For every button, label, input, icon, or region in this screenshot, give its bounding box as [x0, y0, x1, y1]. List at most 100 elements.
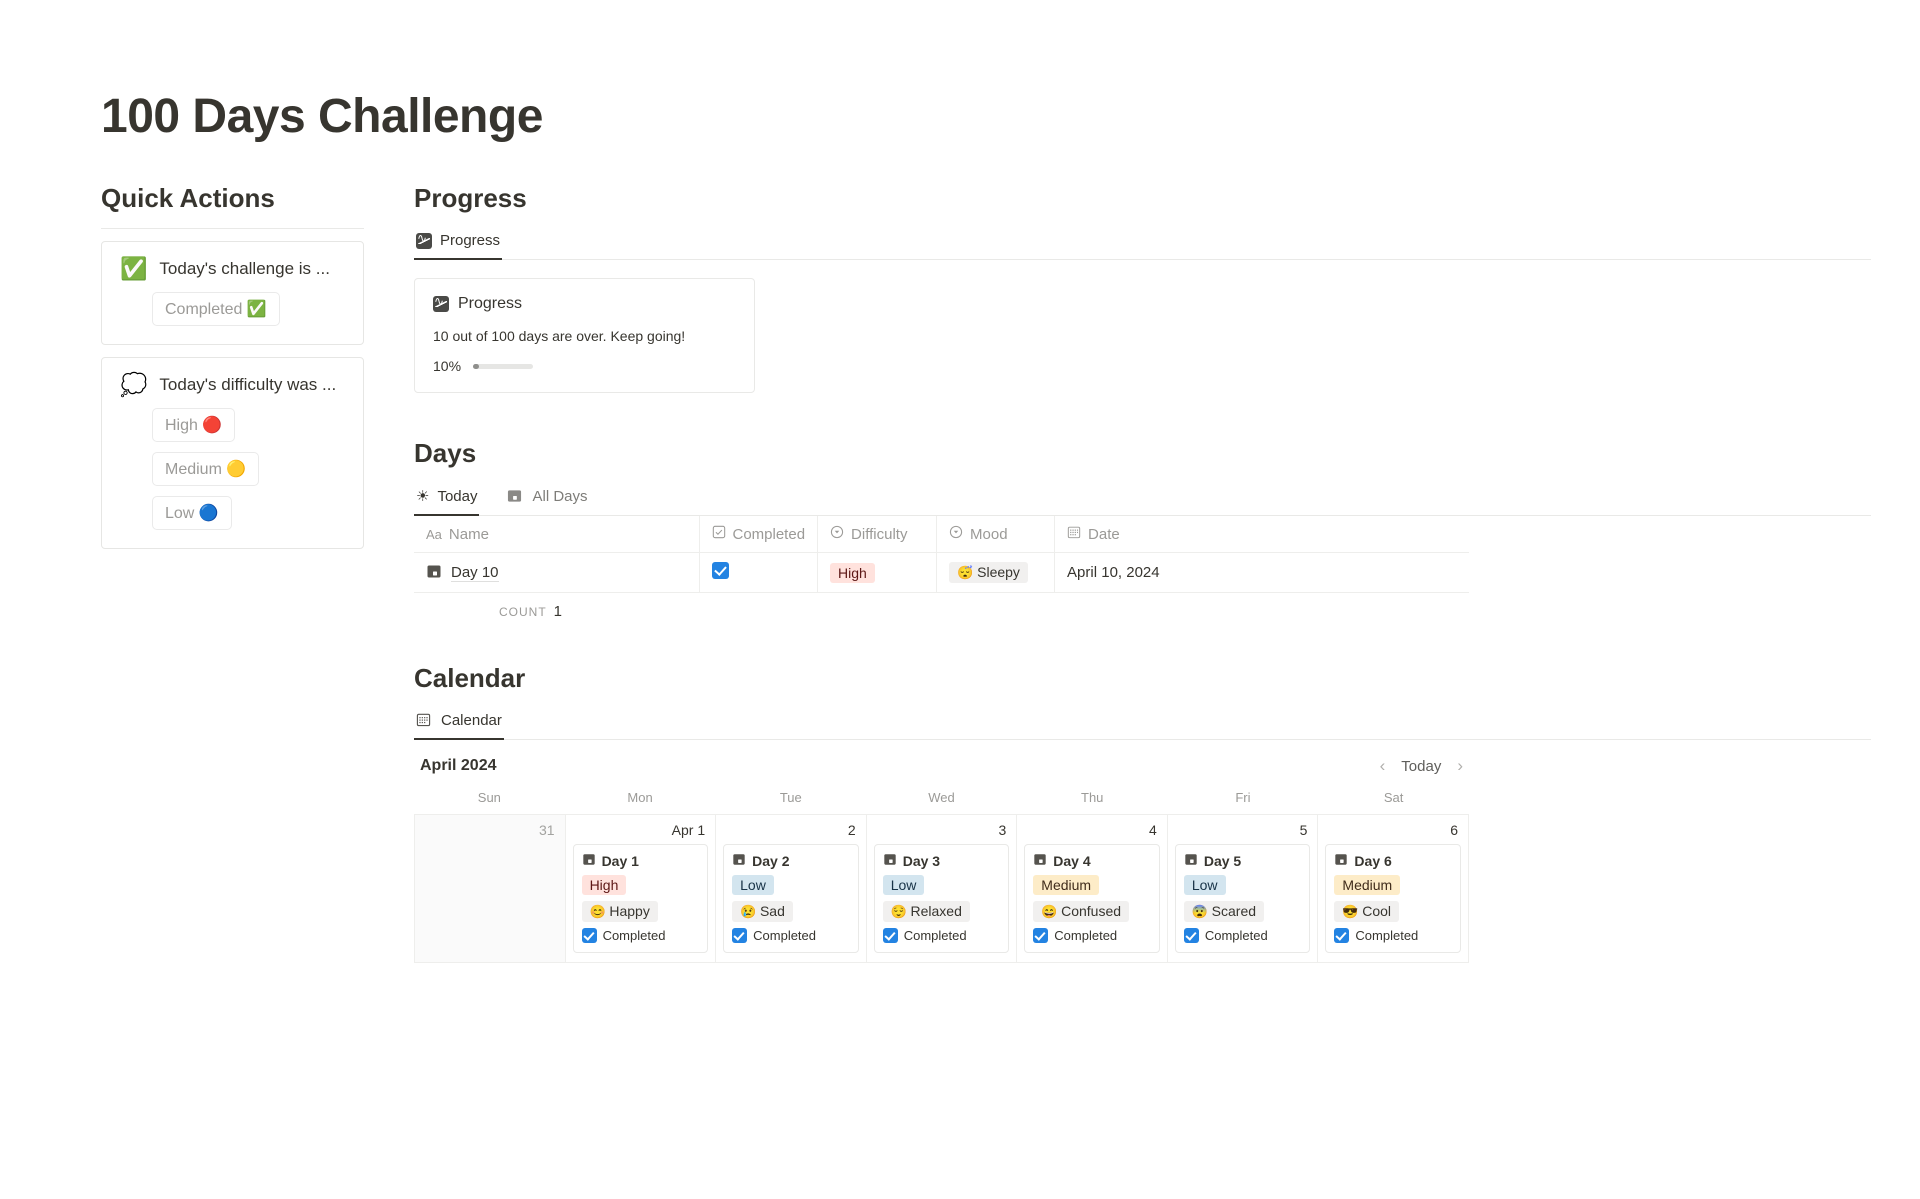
- calendar-event-card[interactable]: Day 5 Low 😨 Scared Completed: [1174, 844, 1311, 953]
- table-row[interactable]: Day 10 High 😴 Sleepy April 10, 2024: [414, 552, 1469, 593]
- calendar-day-cell[interactable]: 5 Day 5 Low 😨 Scared Completed: [1167, 815, 1319, 963]
- calendar-toolbar: April 2024 ‹ Today ›: [414, 754, 1469, 790]
- cell-name[interactable]: Day 10: [414, 552, 700, 593]
- checkbox-checked-icon[interactable]: [1033, 928, 1049, 943]
- difficulty-badge: High: [830, 562, 875, 583]
- tab-progress[interactable]: Progress: [414, 228, 503, 260]
- cell-mood[interactable]: 😴 Sleepy: [936, 552, 1056, 593]
- checkbox-checked-icon[interactable]: [732, 928, 748, 943]
- event-completed-row[interactable]: Completed: [1334, 928, 1452, 943]
- event-title: Day 3: [902, 852, 941, 869]
- column-header-mood[interactable]: Mood: [936, 516, 1056, 553]
- calendar-event-card[interactable]: Day 4 Medium 😄 Confused Completed: [1024, 844, 1160, 953]
- checkbox-checked-icon[interactable]: [1183, 928, 1199, 943]
- tab-calendar[interactable]: Calendar: [414, 708, 504, 740]
- tab-label: Progress: [440, 232, 501, 249]
- quick-action-card-challenge[interactable]: ✅ Today's challenge is ... Completed ✅: [101, 241, 364, 345]
- event-completed-row[interactable]: Completed: [1183, 928, 1302, 943]
- card-header: ✅ Today's challenge is ...: [120, 258, 345, 280]
- column-header-completed[interactable]: Completed: [699, 516, 819, 553]
- calendar-event-card[interactable]: Day 3 Low 😌 Relaxed Completed: [873, 844, 1010, 953]
- tab-label: Calendar: [441, 712, 502, 729]
- calendar-day-cell[interactable]: 3 Day 3 Low 😌 Relaxed Completed: [866, 815, 1018, 963]
- calendar-page-icon: [1184, 852, 1198, 869]
- sun-icon: ☀: [416, 488, 430, 505]
- calendar-day-cell[interactable]: 6 Day 6 Medium 😎 Cool Completed: [1318, 815, 1469, 963]
- event-completed-row[interactable]: Completed: [581, 928, 700, 943]
- event-mood-row: 😎 Cool: [1334, 901, 1452, 922]
- event-mood-row: 😊 Happy: [581, 901, 700, 922]
- event-completed-row[interactable]: Completed: [882, 928, 1001, 943]
- calendar-icon: [1067, 525, 1081, 543]
- calendar-weekday: Wed: [928, 790, 955, 805]
- tab-label: All Days: [532, 488, 588, 505]
- mood-label: Cool: [1362, 903, 1392, 919]
- table-header-row: Aa Name Completed Difficulty Mood Date: [414, 516, 1469, 553]
- calendar-page-icon: [426, 563, 442, 583]
- mood-label: Sad: [759, 903, 785, 919]
- table-footer: COUNT 1: [414, 593, 1469, 620]
- checkbox-checked-icon[interactable]: [1334, 928, 1350, 943]
- main-column: Progress Progress Progress 10 out of 100…: [414, 182, 1871, 963]
- calendar-event-card[interactable]: Day 6 Medium 😎 Cool Completed: [1325, 844, 1461, 953]
- tab-label: Today: [437, 487, 478, 505]
- mood-label: Sleepy: [977, 564, 1020, 580]
- progress-card-title: Progress: [458, 295, 523, 312]
- event-completed-row[interactable]: Completed: [1033, 928, 1151, 943]
- completed-label: Completed: [602, 928, 666, 943]
- calendar-nav: ‹ Today ›: [1380, 756, 1463, 776]
- column-header-name[interactable]: Aa Name: [414, 516, 700, 553]
- event-title-row: Day 5: [1184, 852, 1302, 869]
- mood-emoji: 😢: [740, 904, 760, 919]
- difficulty-badge: High: [581, 875, 627, 895]
- today-button[interactable]: Today: [1401, 758, 1441, 775]
- column-label: Mood: [970, 525, 1008, 543]
- prev-month-button[interactable]: ‹: [1380, 756, 1386, 776]
- calendar-day-cell[interactable]: 2 Day 2 Low 😢 Sad Completed: [716, 815, 867, 963]
- calendar-page-icon: [1334, 852, 1348, 869]
- cell-completed[interactable]: [699, 552, 819, 593]
- difficulty-high-button[interactable]: High 🔴: [152, 408, 236, 442]
- difficulty-badge: Low: [732, 875, 774, 895]
- thought-balloon-emoji: 💭: [120, 372, 148, 397]
- completed-label: Completed: [1355, 928, 1419, 943]
- days-tabs: ☀ Today All Days: [414, 483, 1871, 516]
- quick-actions-heading: Quick Actions: [101, 183, 275, 213]
- calendar-event-card[interactable]: Day 2 Low 😢 Sad Completed: [723, 844, 859, 953]
- cell-difficulty[interactable]: High: [817, 552, 938, 593]
- checkbox-checked-icon[interactable]: [711, 562, 729, 579]
- event-title-row: Day 6: [1334, 852, 1452, 869]
- count-summary[interactable]: COUNT 1: [414, 593, 574, 620]
- next-month-button[interactable]: ›: [1457, 756, 1463, 776]
- checkbox-checked-icon[interactable]: [581, 928, 597, 943]
- calendar-event-card[interactable]: Day 1 High 😊 Happy Completed: [572, 844, 709, 953]
- event-difficulty-row: Low: [1183, 875, 1302, 895]
- difficulty-low-button[interactable]: Low 🔵: [152, 496, 232, 530]
- mood-badge: 😊 Happy: [581, 901, 658, 922]
- calendar-day-cell[interactable]: 31: [415, 815, 566, 963]
- completed-label: Completed: [903, 928, 967, 943]
- column-header-difficulty[interactable]: Difficulty: [817, 516, 938, 553]
- chart-icon: [433, 293, 449, 312]
- calendar-day-cell[interactable]: Apr 1 Day 1 High 😊 Happy Completed: [565, 815, 717, 963]
- column-label: Completed: [732, 525, 806, 543]
- calendar-day-number: 5: [1299, 822, 1308, 838]
- tab-today[interactable]: ☀ Today: [414, 483, 480, 516]
- checkbox-checked-icon[interactable]: [882, 928, 898, 943]
- column-header-date[interactable]: Date: [1054, 516, 1469, 553]
- tab-all-days[interactable]: All Days: [505, 484, 589, 515]
- event-title: Day 1: [601, 852, 639, 869]
- mood-badge: 😨 Scared: [1183, 901, 1265, 922]
- mood-emoji: 😌: [890, 904, 911, 919]
- cell-date[interactable]: April 10, 2024: [1054, 552, 1469, 593]
- mood-emoji: 😄: [1041, 904, 1062, 919]
- difficulty-medium-button[interactable]: Medium 🟡: [152, 452, 260, 486]
- event-completed-row[interactable]: Completed: [732, 928, 850, 943]
- mood-badge: 😴 Sleepy: [949, 562, 1028, 583]
- calendar-day-cell[interactable]: 4 Day 4 Medium 😄 Confused Completed: [1017, 815, 1168, 963]
- event-difficulty-row: High: [581, 875, 700, 895]
- quick-action-card-difficulty[interactable]: 💭 Today's difficulty was ... High 🔴 Medi…: [101, 357, 364, 549]
- calendar-page-icon: [883, 852, 897, 869]
- event-difficulty-row: Medium: [1033, 875, 1151, 895]
- completed-button[interactable]: Completed ✅: [152, 292, 280, 326]
